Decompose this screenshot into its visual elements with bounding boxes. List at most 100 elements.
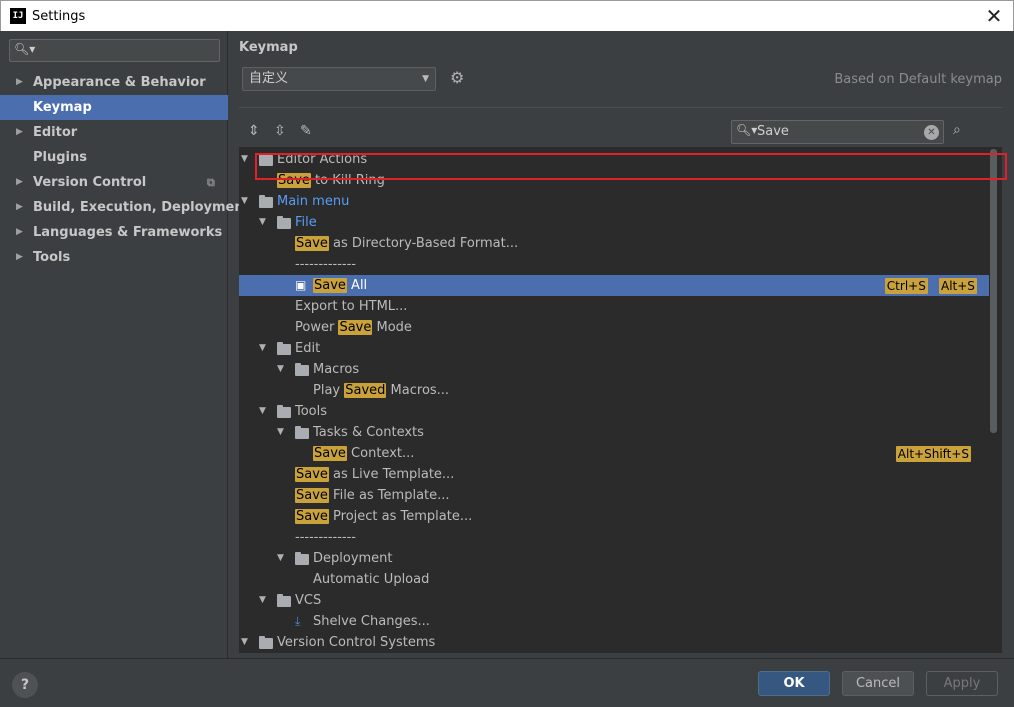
settings-sidebar: 🔍︎▾ ▶ Appearance & Behavior Keymap ▶ Editor P… bbox=[0, 31, 250, 658]
chevron-down-icon[interactable]: ▼ bbox=[241, 191, 248, 212]
sidebar-item-label: Version Control bbox=[33, 175, 147, 190]
apply-button[interactable]: Apply bbox=[926, 671, 998, 696]
search-match-highlight: Save bbox=[313, 446, 347, 461]
ok-button[interactable]: OK bbox=[758, 671, 830, 696]
help-icon[interactable]: ? bbox=[12, 672, 38, 698]
sidebar-item-label: Editor bbox=[33, 125, 78, 140]
tree-row-text-suffix: Mode bbox=[372, 320, 412, 335]
tree-row[interactable]: Save to Kill Ring bbox=[239, 170, 989, 191]
editor-actions-icon bbox=[259, 153, 273, 166]
sidebar-item[interactable]: Keymap bbox=[0, 95, 228, 120]
keymap-select[interactable]: 自定义 ▼ bbox=[242, 67, 436, 91]
find-by-shortcut-icon[interactable]: ⌕ bbox=[953, 122, 961, 138]
divider bbox=[239, 107, 1002, 108]
tree-row-text: VCS bbox=[295, 593, 322, 608]
keymap-tree: ▼ Editor Actions Save to Kill Ring ▼ Main me… bbox=[239, 147, 1002, 653]
gear-icon[interactable]: ⚙ bbox=[450, 68, 464, 87]
tree-row[interactable]: ▼ Version Control Systems bbox=[239, 632, 989, 653]
tree-row[interactable]: ▼ VCS bbox=[239, 590, 989, 611]
dialog-footer: ? OK Cancel Apply bbox=[0, 658, 1014, 707]
chevron-down-icon[interactable]: ▼ bbox=[241, 632, 248, 653]
tree-row[interactable]: ▼ Tasks & Contexts bbox=[239, 422, 989, 443]
tree-row[interactable]: ▼ Main menu bbox=[239, 191, 989, 212]
scrollbar-thumb[interactable] bbox=[990, 149, 997, 433]
chevron-down-icon[interactable]: ▼ bbox=[259, 401, 266, 422]
tree-row[interactable]: ▣ Save All Alt+S Ctrl+S bbox=[239, 275, 989, 296]
tree-row[interactable]: Save File as Template... bbox=[239, 485, 989, 506]
tree-row[interactable]: Save Context... Alt+Shift+S bbox=[239, 443, 989, 464]
chevron-down-icon[interactable]: ▼ bbox=[259, 212, 266, 233]
tree-row-text-suffix: as Live Template... bbox=[328, 467, 455, 482]
tree-row[interactable]: ------------- bbox=[239, 527, 989, 548]
tree-row[interactable]: ▼ File bbox=[239, 212, 989, 233]
tree-row-label: Save File as Template... bbox=[295, 485, 450, 506]
search-icon: 🔍︎▾ bbox=[14, 42, 36, 56]
tree-row[interactable]: Automatic Upload bbox=[239, 569, 989, 590]
tree-row[interactable]: ⤓ Shelve Changes... bbox=[239, 611, 989, 632]
pencil-icon[interactable]: ✎ bbox=[300, 123, 312, 139]
sidebar-item[interactable]: ▶ Version Control ⧉ bbox=[0, 170, 228, 195]
tree-row[interactable]: Power Save Mode bbox=[239, 317, 989, 338]
shortcut-badge: Ctrl+S bbox=[884, 278, 928, 294]
cancel-button[interactable]: Cancel bbox=[842, 671, 914, 696]
tree-row[interactable]: Save as Live Template... bbox=[239, 464, 989, 485]
sidebar-item[interactable]: ▶ Appearance & Behavior bbox=[0, 70, 228, 95]
chevron-down-icon[interactable]: ▼ bbox=[277, 359, 284, 380]
tree-row-text: Main menu bbox=[277, 194, 350, 209]
folder-icon bbox=[295, 552, 309, 565]
settings-search-input[interactable]: 🔍︎▾ bbox=[9, 39, 220, 62]
clear-icon[interactable]: ✕ bbox=[924, 125, 939, 140]
chevron-down-icon[interactable]: ▼ bbox=[241, 149, 248, 170]
tree-row-text: Shelve Changes... bbox=[313, 614, 430, 629]
chevron-down-icon[interactable]: ▼ bbox=[259, 590, 266, 611]
sidebar-item[interactable]: ▶ Languages & Frameworks bbox=[0, 220, 228, 245]
tree-row-text: Tasks & Contexts bbox=[313, 425, 424, 440]
tree-row-label: Editor Actions bbox=[277, 149, 367, 170]
sidebar-item[interactable]: ▶ Editor bbox=[0, 120, 228, 145]
scrollbar[interactable] bbox=[990, 149, 997, 649]
tree-row-label: Deployment bbox=[313, 548, 393, 569]
tree-row[interactable]: ------------- bbox=[239, 254, 989, 275]
chevron-right-icon: ▶ bbox=[16, 127, 23, 137]
tree-row-text: Edit bbox=[295, 341, 321, 356]
search-match-highlight: Save bbox=[277, 173, 311, 188]
tree-row-label: Main menu bbox=[277, 191, 349, 212]
tree-row-label: Macros bbox=[313, 359, 359, 380]
page-title: Keymap bbox=[239, 40, 298, 55]
keymap-search-input[interactable]: 🔍︎▾ Save ✕ bbox=[731, 120, 944, 144]
folder-icon bbox=[277, 342, 291, 355]
keymap-search-value: Save bbox=[757, 124, 789, 139]
expand-all-icon[interactable]: ⇕ bbox=[248, 123, 260, 139]
tree-row[interactable]: Export to HTML... bbox=[239, 296, 989, 317]
search-match-highlight: Save bbox=[338, 320, 373, 335]
collapse-all-icon[interactable]: ⇳ bbox=[274, 123, 286, 139]
folder-icon bbox=[295, 363, 309, 376]
sidebar-item[interactable]: ▶ Build, Execution, Deployment bbox=[0, 195, 250, 220]
sidebar-item[interactable]: ▶ Tools bbox=[0, 245, 228, 270]
folder-icon bbox=[277, 216, 291, 229]
tree-row-label: Version Control Systems bbox=[277, 632, 435, 653]
chevron-down-icon[interactable]: ▼ bbox=[277, 548, 284, 569]
tree-row[interactable]: ▼ Deployment bbox=[239, 548, 989, 569]
close-icon[interactable]: ✕ bbox=[983, 5, 1005, 27]
tree-row[interactable]: ▼ Edit bbox=[239, 338, 989, 359]
tree-row-text: Automatic Upload bbox=[313, 572, 430, 587]
tree-row-label: Save Project as Template... bbox=[295, 506, 472, 527]
tree-row-text-suffix: to Kill Ring bbox=[310, 173, 385, 188]
chevron-right-icon: ▶ bbox=[16, 252, 23, 262]
keymap-select-value: 自定义 bbox=[249, 71, 289, 86]
tree-row[interactable]: Save Project as Template... bbox=[239, 506, 989, 527]
sidebar-item[interactable]: Plugins bbox=[0, 145, 228, 170]
tree-row[interactable]: Save as Directory-Based Format... bbox=[239, 233, 989, 254]
chevron-down-icon[interactable]: ▼ bbox=[259, 338, 266, 359]
tree-row[interactable]: Play Saved Macros... bbox=[239, 380, 989, 401]
tree-row[interactable]: ▼ Tools bbox=[239, 401, 989, 422]
search-icon: 🔍︎▾ bbox=[736, 123, 758, 137]
chevron-down-icon[interactable]: ▼ bbox=[277, 422, 284, 443]
tree-row[interactable]: ▼ Macros bbox=[239, 359, 989, 380]
tree-row-label: Save Context... bbox=[313, 443, 414, 464]
keymap-panel: Keymap 自定义 ▼ ⚙ Based on Default keymap ⇕… bbox=[229, 31, 1014, 658]
tree-row-label: Save All bbox=[313, 275, 367, 296]
sidebar-item-label: Appearance & Behavior bbox=[33, 75, 206, 90]
tree-row[interactable]: ▼ Editor Actions bbox=[239, 149, 989, 170]
